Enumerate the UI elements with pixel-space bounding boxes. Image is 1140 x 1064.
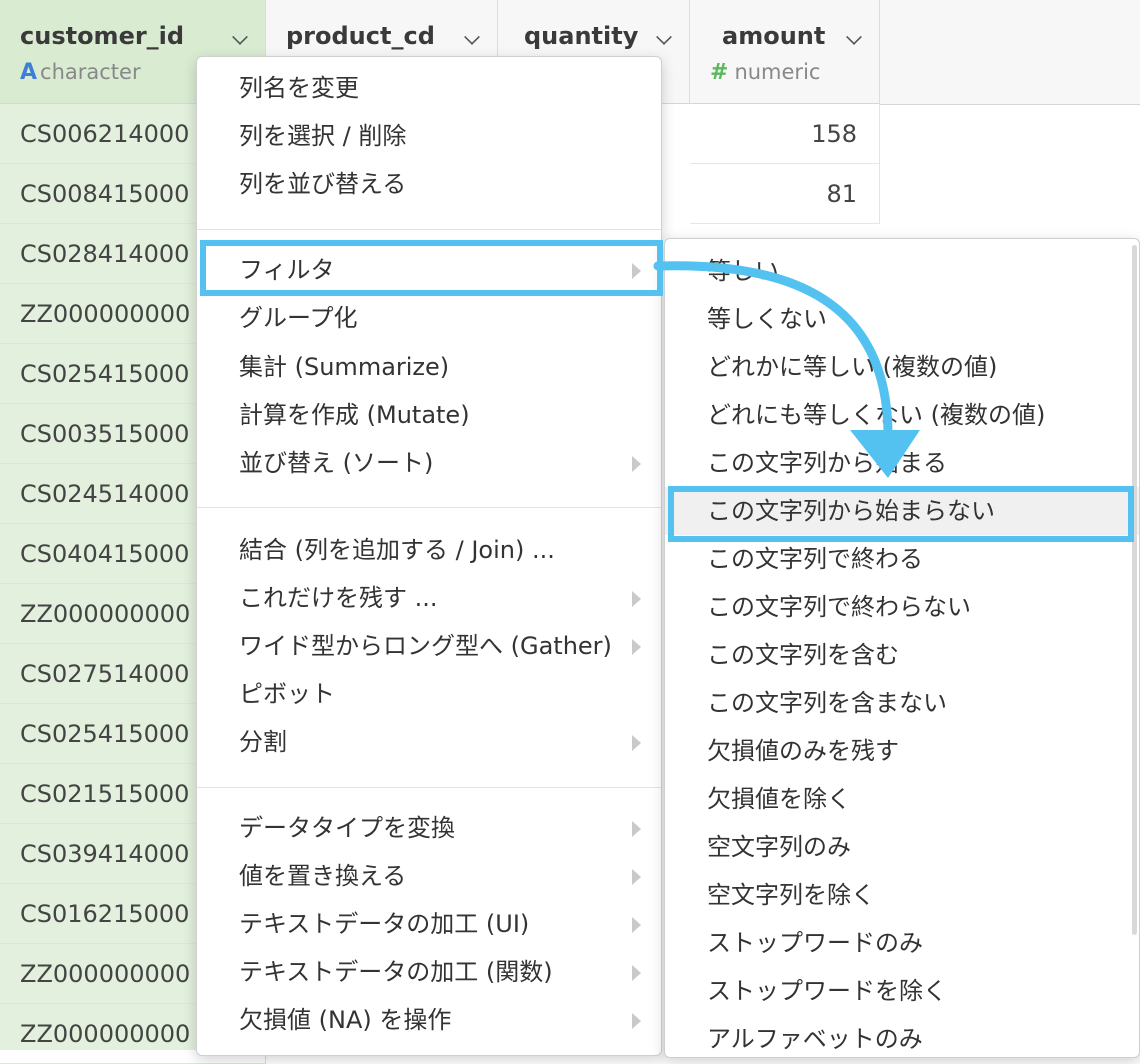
chevron-down-icon[interactable] xyxy=(232,29,248,45)
menu-item-handle-na[interactable]: 欠損値 (NA) を操作 xyxy=(197,997,661,1043)
table-cell[interactable]: 158 xyxy=(690,104,880,164)
submenu-caret-icon xyxy=(632,591,641,607)
menu-divider xyxy=(197,787,661,788)
submenu-item[interactable]: この文字列から始まらない xyxy=(665,487,1139,535)
submenu-item[interactable]: ストップワードのみ xyxy=(665,919,1139,967)
header-empty-area xyxy=(880,0,1140,105)
submenu-item[interactable]: この文字列で終わらない xyxy=(665,583,1139,631)
submenu-item[interactable]: この文字列を含まない xyxy=(665,679,1139,727)
submenu-item[interactable]: この文字列を含む xyxy=(665,631,1139,679)
submenu-caret-icon xyxy=(632,1013,641,1029)
submenu-item[interactable]: 空文字列を除く xyxy=(665,871,1139,919)
submenu-caret-icon xyxy=(632,965,641,981)
chevron-down-icon[interactable] xyxy=(656,29,672,45)
menu-item-mutate[interactable]: 計算を作成 (Mutate) xyxy=(197,392,661,438)
menu-item-text-ui[interactable]: テキストデータの加工 (UI) xyxy=(197,901,661,947)
menu-item-split[interactable]: 分割 xyxy=(197,719,661,765)
submenu-item[interactable]: 欠損値を除く xyxy=(665,775,1139,823)
scrollbar[interactable] xyxy=(1132,245,1137,935)
column-name: quantity xyxy=(524,22,639,50)
column-header-amount[interactable]: amount # numeric xyxy=(690,0,880,104)
submenu-caret-icon xyxy=(632,735,641,751)
menu-item-pivot[interactable]: ピボット xyxy=(197,671,661,717)
column-name: customer_id xyxy=(20,22,185,50)
submenu-caret-icon xyxy=(632,639,641,655)
numeric-type-icon: # xyxy=(710,60,729,85)
column-type: Acharacter xyxy=(20,60,141,85)
table-cell[interactable]: 81 xyxy=(690,164,880,224)
menu-divider xyxy=(197,229,661,230)
menu-item-convert-type[interactable]: データタイプを変換 xyxy=(197,805,661,851)
submenu-item[interactable]: アルファベットのみ xyxy=(665,1015,1139,1057)
submenu-item[interactable]: この文字列で終わる xyxy=(665,535,1139,583)
menu-item-sort[interactable]: 並び替え (ソート) xyxy=(197,440,661,486)
chevron-down-icon[interactable] xyxy=(846,29,862,45)
filter-submenu: 等しい 等しくない どれかに等しい (複数の値) どれにも等しくない (複数の値) この… xyxy=(664,238,1140,1058)
submenu-item[interactable]: 欠損値のみを残す xyxy=(665,727,1139,775)
menu-item-rename[interactable]: 列名を変更 xyxy=(197,65,661,111)
chevron-down-icon[interactable] xyxy=(464,29,480,45)
column-type: # numeric xyxy=(710,60,821,85)
submenu-item[interactable]: この文字列から始まる xyxy=(665,439,1139,487)
submenu-caret-icon xyxy=(632,821,641,837)
menu-item-gather[interactable]: ワイド型からロング型へ (Gather) xyxy=(197,623,661,669)
submenu-caret-icon xyxy=(632,917,641,933)
menu-item-filter[interactable]: フィルタ xyxy=(197,247,661,293)
submenu-item[interactable]: ストップワードを除く xyxy=(665,967,1139,1015)
menu-item-text-function[interactable]: テキストデータの加工 (関数) xyxy=(197,949,661,995)
menu-item-join[interactable]: 結合 (列を追加する / Join) ... xyxy=(197,527,661,573)
submenu-item[interactable]: どれにも等しくない (複数の値) xyxy=(665,391,1139,439)
menu-item-select-delete[interactable]: 列を選択 / 削除 xyxy=(197,113,661,159)
submenu-item[interactable]: どれかに等しい (複数の値) xyxy=(665,343,1139,391)
menu-item-replace-values[interactable]: 値を置き換える xyxy=(197,853,661,899)
character-type-icon: A xyxy=(20,60,38,85)
menu-item-group-by[interactable]: グループ化 xyxy=(197,295,661,341)
column-context-menu: 列名を変更 列を選択 / 削除 列を並び替える フィルタ グループ化 集計 (S… xyxy=(196,56,662,1056)
submenu-item[interactable]: 等しくない xyxy=(665,295,1139,343)
column-name: product_cd xyxy=(286,22,435,50)
menu-item-summarize[interactable]: 集計 (Summarize) xyxy=(197,344,661,390)
submenu-item[interactable]: 等しい xyxy=(665,247,1139,295)
submenu-item[interactable]: 空文字列のみ xyxy=(665,823,1139,871)
menu-item-reorder[interactable]: 列を並び替える xyxy=(197,161,661,207)
submenu-caret-icon xyxy=(632,263,641,279)
menu-item-keep-only[interactable]: これだけを残す ... xyxy=(197,575,661,621)
menu-divider xyxy=(197,507,661,508)
submenu-caret-icon xyxy=(632,456,641,472)
column-name: amount xyxy=(722,22,826,50)
submenu-caret-icon xyxy=(632,869,641,885)
